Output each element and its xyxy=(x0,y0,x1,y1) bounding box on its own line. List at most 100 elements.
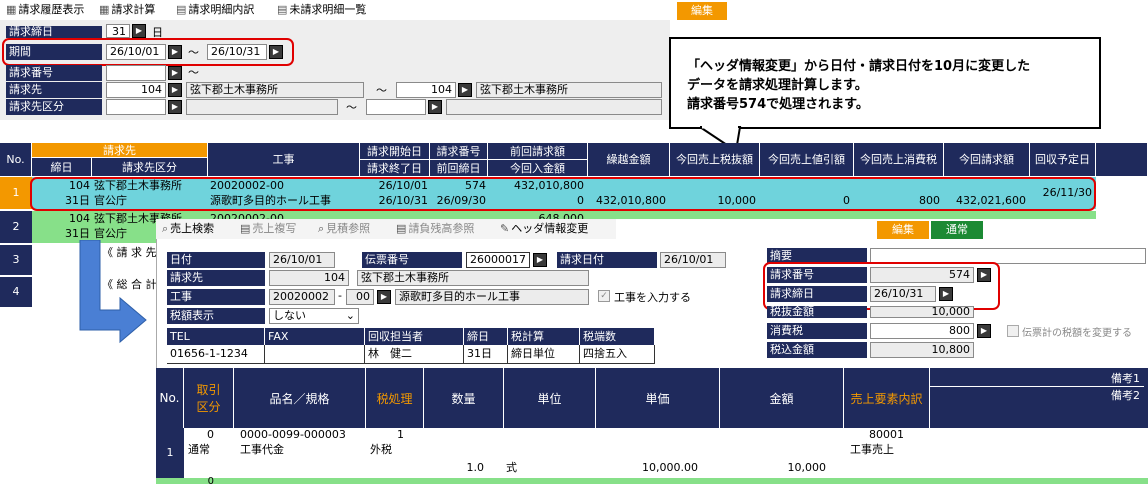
search-icon: ⌕ xyxy=(162,222,169,235)
col-qty-label: 数量 xyxy=(451,391,476,406)
bill-date-label: 請求日付 xyxy=(557,252,657,268)
cell-tax: 外税 xyxy=(370,443,392,456)
incl-field: 10,800 xyxy=(870,342,974,358)
work-code-field: 20020002 xyxy=(269,289,335,305)
col-kind-label2: 区分 xyxy=(196,400,221,414)
search-picker-icon[interactable]: ▶ xyxy=(428,100,442,114)
calculator-icon: ▦ xyxy=(99,3,110,16)
close-day-field[interactable]: 31 xyxy=(106,24,130,38)
col-billno: 請求番号 xyxy=(430,143,488,160)
bill-no-from-field[interactable] xyxy=(106,65,166,81)
cell-price: 10,000.00 xyxy=(642,461,698,474)
col-kind: 取引 区分 xyxy=(184,368,234,428)
search-picker-icon[interactable]: ▶ xyxy=(977,324,991,338)
billing-history-button[interactable]: ▦ 請求履歴表示 xyxy=(2,1,88,19)
copy-icon: ▤ xyxy=(240,222,251,235)
col-carry: 繰越金額 xyxy=(588,143,670,177)
col-taxproc: 税処理 xyxy=(366,368,424,428)
col-sales-breakdown-label: 売上要素内訳 xyxy=(850,391,923,406)
document-icon: ▤ xyxy=(277,3,288,16)
bill-date-field: 26/10/01 xyxy=(660,252,726,268)
customer-label: 請求先 xyxy=(167,270,265,286)
work-sub-field: 00 xyxy=(346,289,374,305)
tab-contract-balance[interactable]: ▤ 請負残高参照 xyxy=(392,220,478,238)
search-picker-icon[interactable]: ▶ xyxy=(377,290,391,304)
search-picker-icon[interactable]: ▶ xyxy=(168,83,182,97)
top-edit-button[interactable]: 編集 xyxy=(677,2,727,20)
tax-change-checkbox[interactable] xyxy=(1007,325,1019,337)
tab-quote-ref[interactable]: ⌕ 見積参照 xyxy=(314,220,374,238)
date-field: 26/10/01 xyxy=(269,252,335,268)
search-picker-icon[interactable]: ▶ xyxy=(458,83,472,97)
col-no: No. xyxy=(0,143,32,177)
billto-category-label: 請求先区分 xyxy=(6,99,102,115)
work-input-checkbox[interactable]: ✓ xyxy=(598,290,610,302)
work-input-label: 工事を入力する xyxy=(614,291,691,304)
dialog-edit-button[interactable]: 編集 xyxy=(877,221,929,239)
col-unit-label: 単位 xyxy=(537,391,562,406)
slip-no-field[interactable]: 26000017 xyxy=(466,252,530,268)
info-value: 01656-1-1234 xyxy=(167,345,265,363)
cell-qty: 1.0 xyxy=(466,461,485,474)
cell-tax-code: 1 xyxy=(397,428,404,441)
grid-icon: ▦ xyxy=(6,3,17,16)
info-value: 締日単位 xyxy=(508,345,580,363)
search-picker-icon[interactable]: ▶ xyxy=(533,253,547,267)
unbilled-list-button[interactable]: ▤ 未請求明細一覧 xyxy=(273,1,370,19)
col-billto: 請求先 xyxy=(32,143,208,158)
cell-kind: 通常 xyxy=(188,443,210,456)
tab-header-change[interactable]: ✎ ヘッダ情報変更 xyxy=(496,220,592,238)
table-row[interactable] xyxy=(156,478,1148,484)
col-extra xyxy=(1096,143,1148,177)
col-qty: 数量 xyxy=(424,368,504,428)
tab-sales-copy[interactable]: ▤ 売上複写 xyxy=(236,220,300,238)
tab-sales-search[interactable]: ⌕ 売上検索 xyxy=(158,220,218,238)
info-value: 四捨五入 xyxy=(580,345,655,363)
dialog-normal-button[interactable]: 通常 xyxy=(931,221,983,239)
info-header: FAX xyxy=(265,328,365,345)
callout-line1: 「ヘッダ情報変更」から日付・請求日付を10月に変更した xyxy=(687,59,1031,74)
cell-kind-code: 0 xyxy=(207,476,214,487)
billto-cat-to-code[interactable] xyxy=(366,99,426,115)
info-value: 31日 xyxy=(464,345,508,363)
cell-amount: 10,000 xyxy=(787,461,827,474)
col-sales-breakdown: 売上要素内訳 xyxy=(844,368,930,428)
billto-from-code[interactable]: 104 xyxy=(106,82,166,98)
row-number[interactable]: 3 xyxy=(0,245,32,275)
row-number[interactable]: 1 xyxy=(0,177,32,209)
cell-close: 31日 xyxy=(65,227,90,240)
row-number[interactable]: 4 xyxy=(0,277,32,307)
col-note1: 備考1 xyxy=(1111,372,1140,385)
tilde: ～ xyxy=(376,84,387,97)
col-sales: 今回売上税抜額 xyxy=(670,143,760,177)
tax-display-label: 税額表示 xyxy=(167,308,265,324)
excl-field: 10,000 xyxy=(870,306,974,318)
callout-line2: データを請求処理計算します。 xyxy=(687,78,868,93)
col-item-label: 品名／規格 xyxy=(269,391,330,406)
detail-row-number[interactable]: 1 xyxy=(156,428,184,478)
tax-change-label: 伝票計の税額を変更する xyxy=(1022,328,1132,339)
cell-item-code: 0000-0099-000003 xyxy=(240,428,346,441)
incl-label: 税込金額 xyxy=(767,342,867,358)
search-picker-icon[interactable]: ▶ xyxy=(168,66,182,80)
col-prevdate: 前回締日 xyxy=(430,160,488,177)
top-toolbar: ▦ 請求履歴表示 ▦ 請求計算 ▤ 請求明細内訳 ▤ 未請求明細一覧 xyxy=(0,0,400,20)
billto-cat-from-code[interactable] xyxy=(106,99,166,115)
billto-cat-to-name xyxy=(446,99,662,115)
billto-label: 請求先 xyxy=(6,82,102,98)
cell-code: 104 xyxy=(69,212,90,225)
tax-field[interactable]: 800 xyxy=(870,323,974,339)
row-number[interactable]: 2 xyxy=(0,211,32,243)
billing-calc-button[interactable]: ▦ 請求計算 xyxy=(95,1,159,19)
col-received: 今回入金額 xyxy=(488,160,588,177)
tilde: ～ xyxy=(346,101,357,114)
info-header: TEL xyxy=(167,328,265,345)
row-highlight xyxy=(30,177,1096,211)
billto-to-code[interactable]: 104 xyxy=(396,82,456,98)
billing-detail-button[interactable]: ▤ 請求明細内訳 xyxy=(172,1,258,19)
close-day-picker-icon[interactable]: ▶ xyxy=(132,24,146,38)
info-value xyxy=(265,345,365,363)
tax-display-select[interactable]: しない ⌄ xyxy=(269,308,359,324)
col-amount-label: 金額 xyxy=(769,391,794,406)
search-picker-icon[interactable]: ▶ xyxy=(168,100,182,114)
